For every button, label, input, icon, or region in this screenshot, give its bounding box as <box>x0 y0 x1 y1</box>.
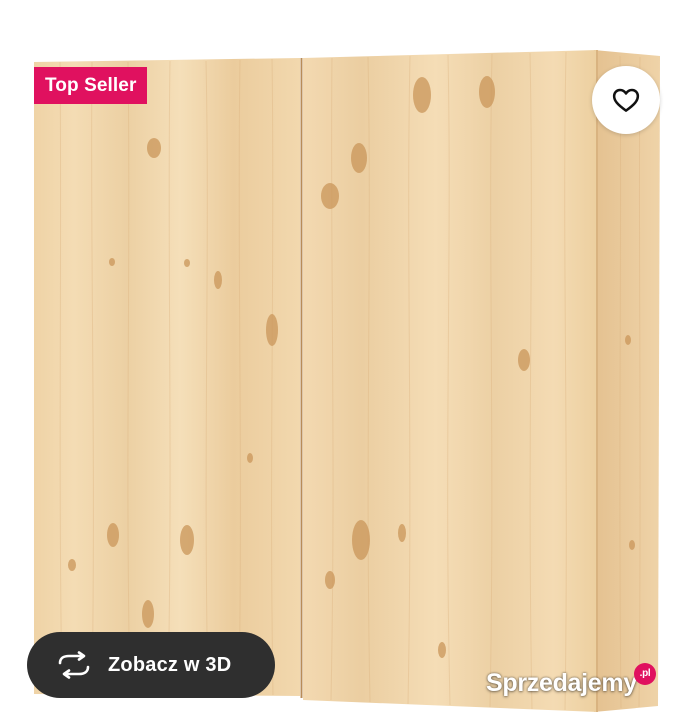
view-3d-button[interactable]: Zobacz w 3D <box>27 632 275 698</box>
watermark-suffix: .pl <box>634 663 656 685</box>
top-seller-badge: Top Seller <box>34 67 148 104</box>
product-image[interactable] <box>0 0 676 720</box>
watermark-text: Sprzedajemy <box>486 669 637 697</box>
product-gallery: Top Seller Zobacz w 3D Sprzedajemy .pl <box>0 0 676 720</box>
heart-outline-icon <box>612 88 640 112</box>
top-seller-label: Top Seller <box>45 75 137 96</box>
rotate-arrows-icon <box>58 651 90 679</box>
cabinet-left-door <box>34 58 300 696</box>
cabinet-side-panel <box>594 50 660 712</box>
cabinet-right-door <box>303 50 598 712</box>
favorite-button[interactable] <box>592 66 660 134</box>
view-3d-label: Zobacz w 3D <box>108 654 232 676</box>
watermark-logo: Sprzedajemy .pl <box>486 663 656 698</box>
